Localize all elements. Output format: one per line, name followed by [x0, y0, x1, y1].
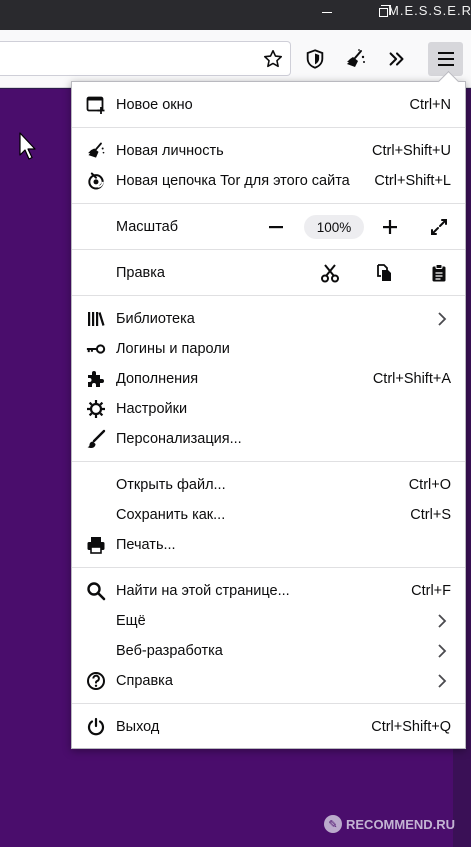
menu-item-help[interactable]: Справка: [72, 666, 465, 696]
key-icon: [86, 339, 106, 359]
printer-icon: [86, 535, 106, 555]
watermark-text: RECOMMEND.RU: [346, 816, 456, 832]
menu-item-shortcut: Ctrl+N: [409, 97, 452, 113]
menu-item-save-as[interactable]: Сохранить как... Ctrl+S: [72, 500, 465, 530]
menu-separator: [72, 127, 465, 128]
menu-item-label: Масштаб: [116, 219, 179, 235]
tor-circuit-icon: [86, 171, 106, 191]
menu-item-shortcut: Ctrl+S: [410, 507, 451, 523]
menu-item-settings[interactable]: Настройки: [72, 394, 465, 424]
menu-item-shortcut: Ctrl+Shift+Q: [371, 719, 451, 735]
watermark: ✎ RECOMMEND.RU: [324, 815, 455, 833]
mouse-cursor-icon: [19, 132, 39, 165]
menu-separator: [72, 295, 465, 296]
new-window-icon: [86, 95, 106, 115]
power-icon: [86, 717, 106, 737]
menu-item-shortcut: Ctrl+Shift+A: [372, 371, 451, 387]
overflow-chevrons-icon[interactable]: [384, 46, 410, 72]
menu-item-label: Правка: [116, 265, 165, 281]
menu-item-label: Новая личность: [116, 143, 224, 159]
menu-item-label: Сохранить как...: [116, 507, 226, 523]
menu-item-shortcut: Ctrl+O: [408, 477, 451, 493]
help-question-icon: [86, 671, 106, 691]
window-title: M.E.S.S.E.R.: [388, 3, 471, 18]
hamburger-menu-button[interactable]: [428, 42, 463, 76]
menu-item-edit: Правка: [72, 258, 465, 288]
recommend-logo-icon: ✎: [324, 815, 342, 833]
puzzle-piece-icon: [86, 369, 106, 389]
url-bar[interactable]: [0, 41, 291, 76]
new-identity-broom-icon: [86, 141, 106, 161]
chevron-right-icon: [434, 673, 450, 689]
shield-icon[interactable]: [302, 46, 328, 72]
cut-scissors-icon[interactable]: [319, 262, 341, 284]
magic-broom-icon[interactable]: [343, 46, 369, 72]
zoom-out-button[interactable]: [265, 216, 287, 238]
menu-item-label: Ещё: [116, 613, 146, 629]
menu-item-web-developer[interactable]: Веб-разработка: [72, 636, 465, 666]
fullscreen-icon[interactable]: [428, 216, 450, 238]
menu-item-more[interactable]: Ещё: [72, 606, 465, 636]
menu-item-label: Печать...: [116, 537, 176, 553]
menu-item-customize[interactable]: Персонализация...: [72, 424, 465, 454]
menu-item-quit[interactable]: Выход Ctrl+Shift+Q: [72, 712, 465, 742]
menu-item-label: Новое окно: [116, 97, 193, 113]
menu-item-label: Настройки: [116, 401, 188, 417]
menu-item-new-identity[interactable]: Новая личность Ctrl+Shift+U: [72, 136, 465, 166]
menu-item-new-tor-circuit[interactable]: Новая цепочка Tor для этого сайта Ctrl+S…: [72, 166, 465, 196]
navigation-toolbar: [0, 30, 471, 88]
menu-item-label: Библиотека: [116, 311, 195, 327]
bookmark-star-icon[interactable]: [262, 48, 284, 70]
paintbrush-icon: [86, 429, 106, 449]
zoom-in-button[interactable]: [379, 216, 401, 238]
menu-separator: [72, 567, 465, 568]
window-titlebar: M.E.S.S.E.R.: [0, 0, 471, 30]
menu-item-open-file[interactable]: Открыть файл... Ctrl+O: [72, 470, 465, 500]
menu-item-label: Дополнения: [116, 371, 199, 387]
menu-item-new-window[interactable]: Новое окно Ctrl+N: [72, 90, 465, 120]
menu-item-find-in-page[interactable]: Найти на этой странице... Ctrl+F: [72, 576, 465, 606]
menu-item-shortcut: Ctrl+Shift+L: [374, 173, 451, 189]
app-menu-panel: Новое окно Ctrl+N Новая личность Ctrl+Sh…: [71, 81, 466, 749]
chevron-right-icon: [434, 613, 450, 629]
menu-item-label: Логины и пароли: [116, 341, 230, 357]
menu-item-zoom: Масштаб 100%: [72, 212, 465, 242]
menu-item-label: Справка: [116, 673, 173, 689]
restore-button[interactable]: [379, 5, 391, 17]
chevron-right-icon: [434, 311, 450, 327]
chevron-right-icon: [434, 643, 450, 659]
gear-icon: [86, 399, 106, 419]
menu-item-logins[interactable]: Логины и пароли: [72, 334, 465, 364]
menu-item-label: Веб-разработка: [116, 643, 223, 659]
copy-icon[interactable]: [373, 262, 395, 284]
menu-item-addons[interactable]: Дополнения Ctrl+Shift+A: [72, 364, 465, 394]
menu-item-shortcut: Ctrl+F: [411, 583, 451, 599]
menu-item-label: Найти на этой странице...: [116, 583, 290, 599]
menu-item-label: Персонализация...: [116, 431, 242, 447]
menu-separator: [72, 203, 465, 204]
menu-item-label: Открыть файл...: [116, 477, 226, 493]
paste-clipboard-icon[interactable]: [428, 262, 450, 284]
minimize-button[interactable]: [322, 12, 332, 13]
menu-separator: [72, 249, 465, 250]
menu-item-library[interactable]: Библиотека: [72, 304, 465, 334]
menu-separator: [72, 461, 465, 462]
menu-item-label: Выход: [116, 719, 160, 735]
menu-item-print[interactable]: Печать...: [72, 530, 465, 560]
menu-separator: [72, 703, 465, 704]
zoom-reset-button[interactable]: 100%: [304, 215, 364, 239]
menu-item-label: Новая цепочка Tor для этого сайта: [116, 173, 350, 189]
menu-item-shortcut: Ctrl+Shift+U: [372, 143, 451, 159]
library-icon: [86, 309, 106, 329]
search-icon: [86, 581, 106, 601]
hamburger-menu-icon: [437, 52, 454, 66]
